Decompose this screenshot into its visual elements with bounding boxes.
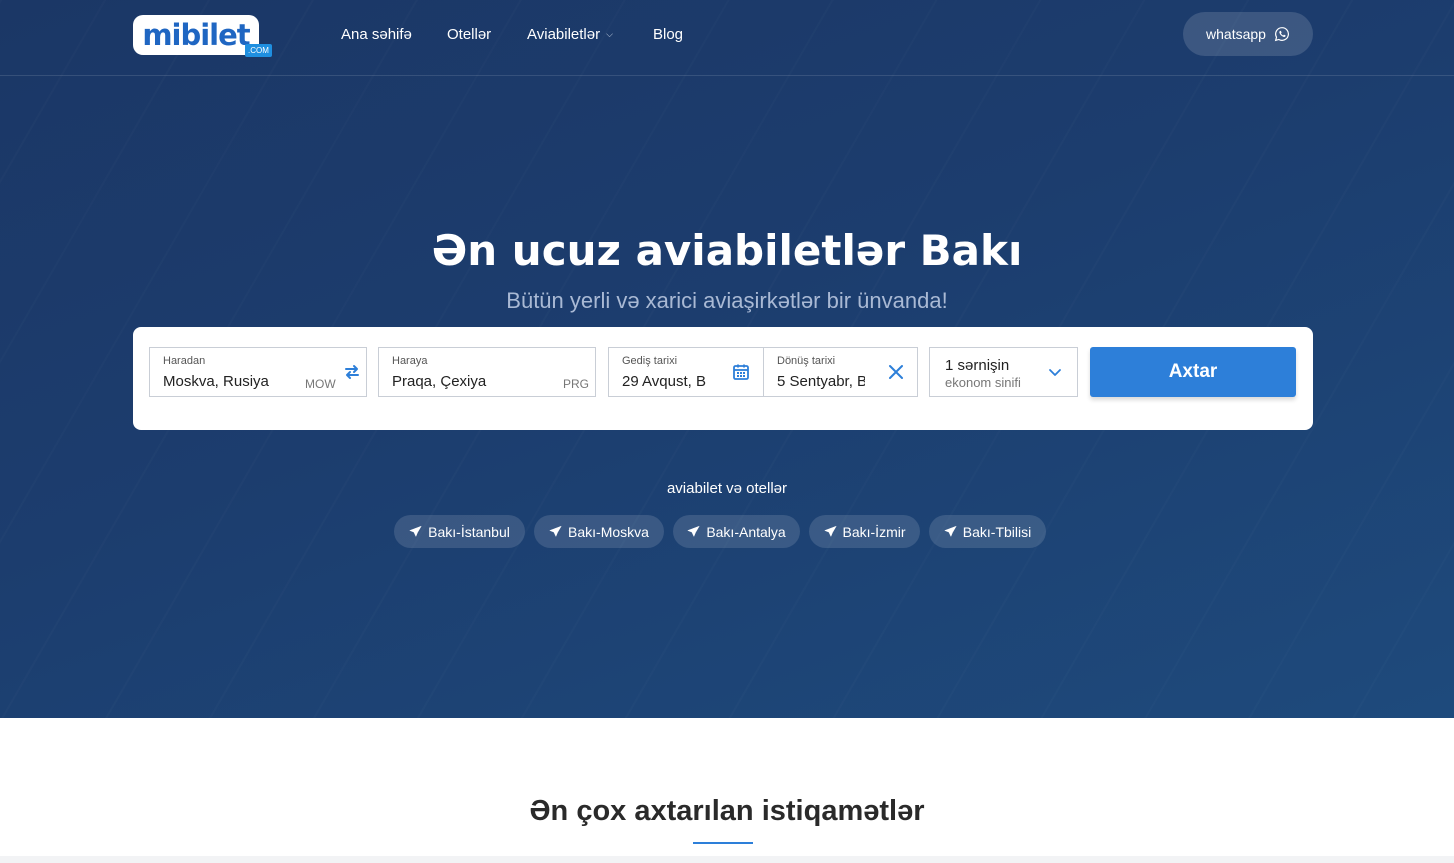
to-code: PRG bbox=[563, 377, 590, 391]
from-input[interactable]: Moskva, Rusiya bbox=[163, 373, 298, 390]
page-title: Ən ucuz aviabiletlər Bakı bbox=[431, 226, 1023, 275]
route-chip-istanbul[interactable]: Bakı-İstanbul bbox=[394, 515, 525, 548]
nav-item-flights[interactable]: Aviabiletlər ⌵ bbox=[527, 26, 613, 43]
return-label: Dönüş tarixi bbox=[777, 355, 836, 367]
plane-icon bbox=[687, 525, 700, 537]
from-field[interactable]: Haradan Moskva, Rusiya MOW bbox=[149, 347, 367, 397]
chevron-down-icon bbox=[1049, 369, 1061, 376]
nav-item-home[interactable]: Ana səhifə bbox=[341, 26, 412, 43]
search-button[interactable]: Axtar bbox=[1090, 347, 1296, 397]
depart-label: Gediş tarixi bbox=[622, 355, 678, 367]
to-label: Haraya bbox=[392, 355, 428, 367]
hero-section: mibilet .COM Ana səhifə Otellər Aviabile… bbox=[0, 0, 1454, 718]
section-divider bbox=[0, 856, 1454, 863]
whatsapp-label: whatsapp bbox=[1206, 26, 1266, 42]
whatsapp-icon bbox=[1274, 27, 1289, 42]
nav-item-blog[interactable]: Blog bbox=[653, 26, 683, 43]
chevron-down-icon: ⌵ bbox=[606, 29, 613, 39]
depart-date-field[interactable]: Gediş tarixi 29 Avqust, B bbox=[608, 347, 764, 397]
calendar-icon[interactable] bbox=[731, 362, 751, 382]
cabin-class: ekonom sinifi bbox=[945, 375, 1021, 390]
return-input[interactable]: 5 Sentyabr, B bbox=[777, 373, 865, 390]
route-chip-antalya[interactable]: Bakı-Antalya bbox=[673, 515, 800, 548]
plane-icon bbox=[824, 525, 836, 537]
plane-icon bbox=[409, 525, 422, 537]
whatsapp-button[interactable]: whatsapp bbox=[1183, 12, 1313, 56]
passengers-select[interactable]: 1 sərnişin ekonom sinifi bbox=[929, 347, 1078, 397]
passenger-count: 1 sərnişin bbox=[945, 357, 1010, 374]
plane-icon bbox=[549, 525, 562, 537]
title-underline bbox=[693, 842, 753, 844]
logo-text: mibilet bbox=[142, 18, 250, 52]
from-label: Haradan bbox=[163, 355, 206, 367]
logo-domain-tag: .COM bbox=[245, 44, 272, 57]
route-chip-izmir[interactable]: Bakı-İzmir bbox=[809, 515, 920, 548]
page-subtitle: Bütün yerli və xarici aviaşirkətlər bir … bbox=[506, 288, 948, 313]
route-chip-moskva[interactable]: Bakı-Moskva bbox=[534, 515, 664, 548]
swap-icon[interactable] bbox=[342, 362, 362, 382]
plane-icon bbox=[944, 525, 957, 537]
to-input[interactable]: Praqa, Çexiya bbox=[392, 373, 542, 390]
from-code: MOW bbox=[305, 377, 336, 391]
popular-routes-label: aviabilet və otellər bbox=[666, 480, 788, 497]
to-field[interactable]: Haraya Praqa, Çexiya PRG bbox=[378, 347, 596, 397]
depart-input[interactable]: 29 Avqust, B bbox=[622, 373, 718, 390]
logo[interactable]: mibilet bbox=[133, 15, 259, 55]
site-header: mibilet .COM Ana səhifə Otellər Aviabile… bbox=[0, 0, 1454, 76]
close-icon[interactable] bbox=[886, 362, 906, 382]
return-date-field[interactable]: Dönüş tarixi 5 Sentyabr, B bbox=[763, 347, 918, 397]
flight-search-form: Haradan Moskva, Rusiya MOW Haraya Praqa,… bbox=[133, 327, 1313, 430]
route-chip-tbilisi[interactable]: Bakı-Tbilisi bbox=[929, 515, 1046, 548]
popular-destinations-title: Ən çox axtarılan istiqamətlər bbox=[529, 795, 925, 827]
nav-item-hotels[interactable]: Otellər bbox=[447, 26, 491, 43]
